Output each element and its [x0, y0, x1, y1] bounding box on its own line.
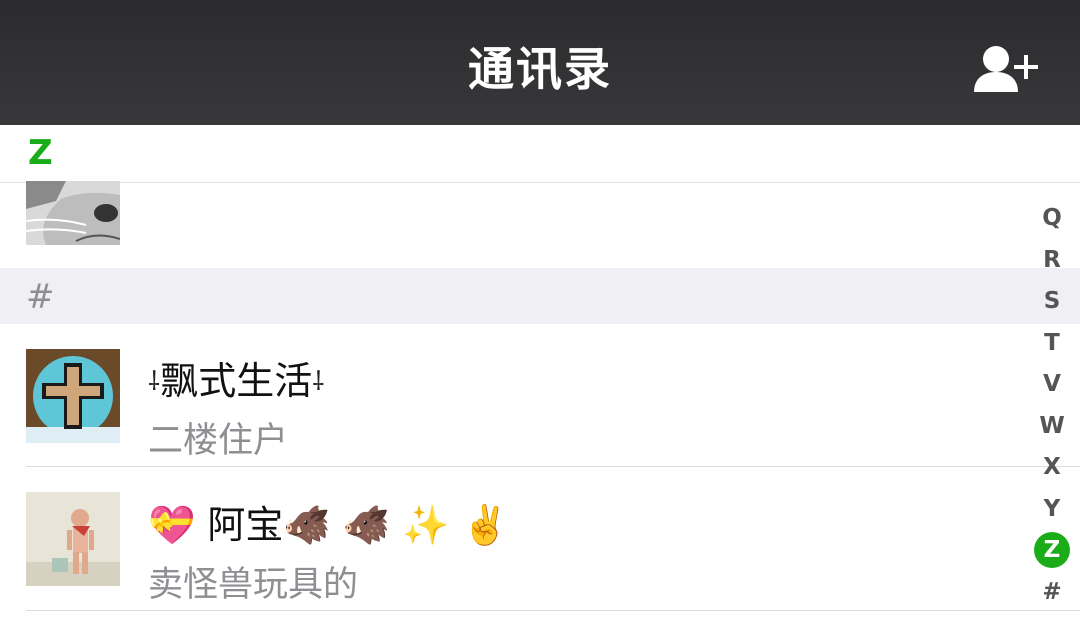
- contact-remark: 卖怪兽玩具的: [148, 565, 359, 605]
- add-contact-button[interactable]: [970, 42, 1044, 98]
- index-item-t[interactable]: T: [1024, 323, 1080, 365]
- section-header-hash: #: [0, 268, 1080, 324]
- page-title: 通讯录: [468, 42, 612, 96]
- contact-row[interactable]: ⸸飘式生活⸸ 二楼住户: [0, 324, 1080, 467]
- decoration-glyph: ⸸: [148, 367, 161, 397]
- contact-name: ⸸飘式生活⸸: [148, 359, 325, 403]
- add-user-icon: [974, 46, 1038, 92]
- section-letter: #: [26, 277, 55, 317]
- contact-row[interactable]: [0, 181, 1080, 268]
- divider: [26, 610, 1080, 611]
- index-item-x[interactable]: X: [1024, 447, 1080, 489]
- divider: [26, 466, 1080, 467]
- decoration-glyph: ⸸: [312, 367, 325, 397]
- index-item-q[interactable]: Q: [1024, 198, 1080, 240]
- avatar: [26, 349, 120, 443]
- index-item-v[interactable]: V: [1024, 364, 1080, 406]
- section-letter: Z: [28, 133, 53, 173]
- index-item-r[interactable]: R: [1024, 240, 1080, 282]
- contact-row[interactable]: 💝 阿宝🐗 🐗 ✨ ✌️ 卖怪兽玩具的: [0, 468, 1080, 611]
- section-header-z: Z: [0, 125, 1080, 183]
- index-item-z[interactable]: Z: [1024, 530, 1080, 572]
- alphabet-index[interactable]: Q R S T V W X Y Z #: [1024, 168, 1080, 613]
- contact-name: 💝 阿宝🐗 🐗 ✨ ✌️: [148, 503, 509, 547]
- navigation-bar: 通讯录: [0, 0, 1080, 125]
- index-active-indicator: Z: [1034, 532, 1070, 568]
- avatar: [26, 181, 120, 245]
- avatar: [26, 492, 120, 586]
- index-item-hash[interactable]: #: [1024, 572, 1080, 614]
- index-item-y[interactable]: Y: [1024, 489, 1080, 531]
- index-item-w[interactable]: W: [1024, 406, 1080, 448]
- index-item-s[interactable]: S: [1024, 281, 1080, 323]
- contact-remark: 二楼住户: [148, 421, 289, 461]
